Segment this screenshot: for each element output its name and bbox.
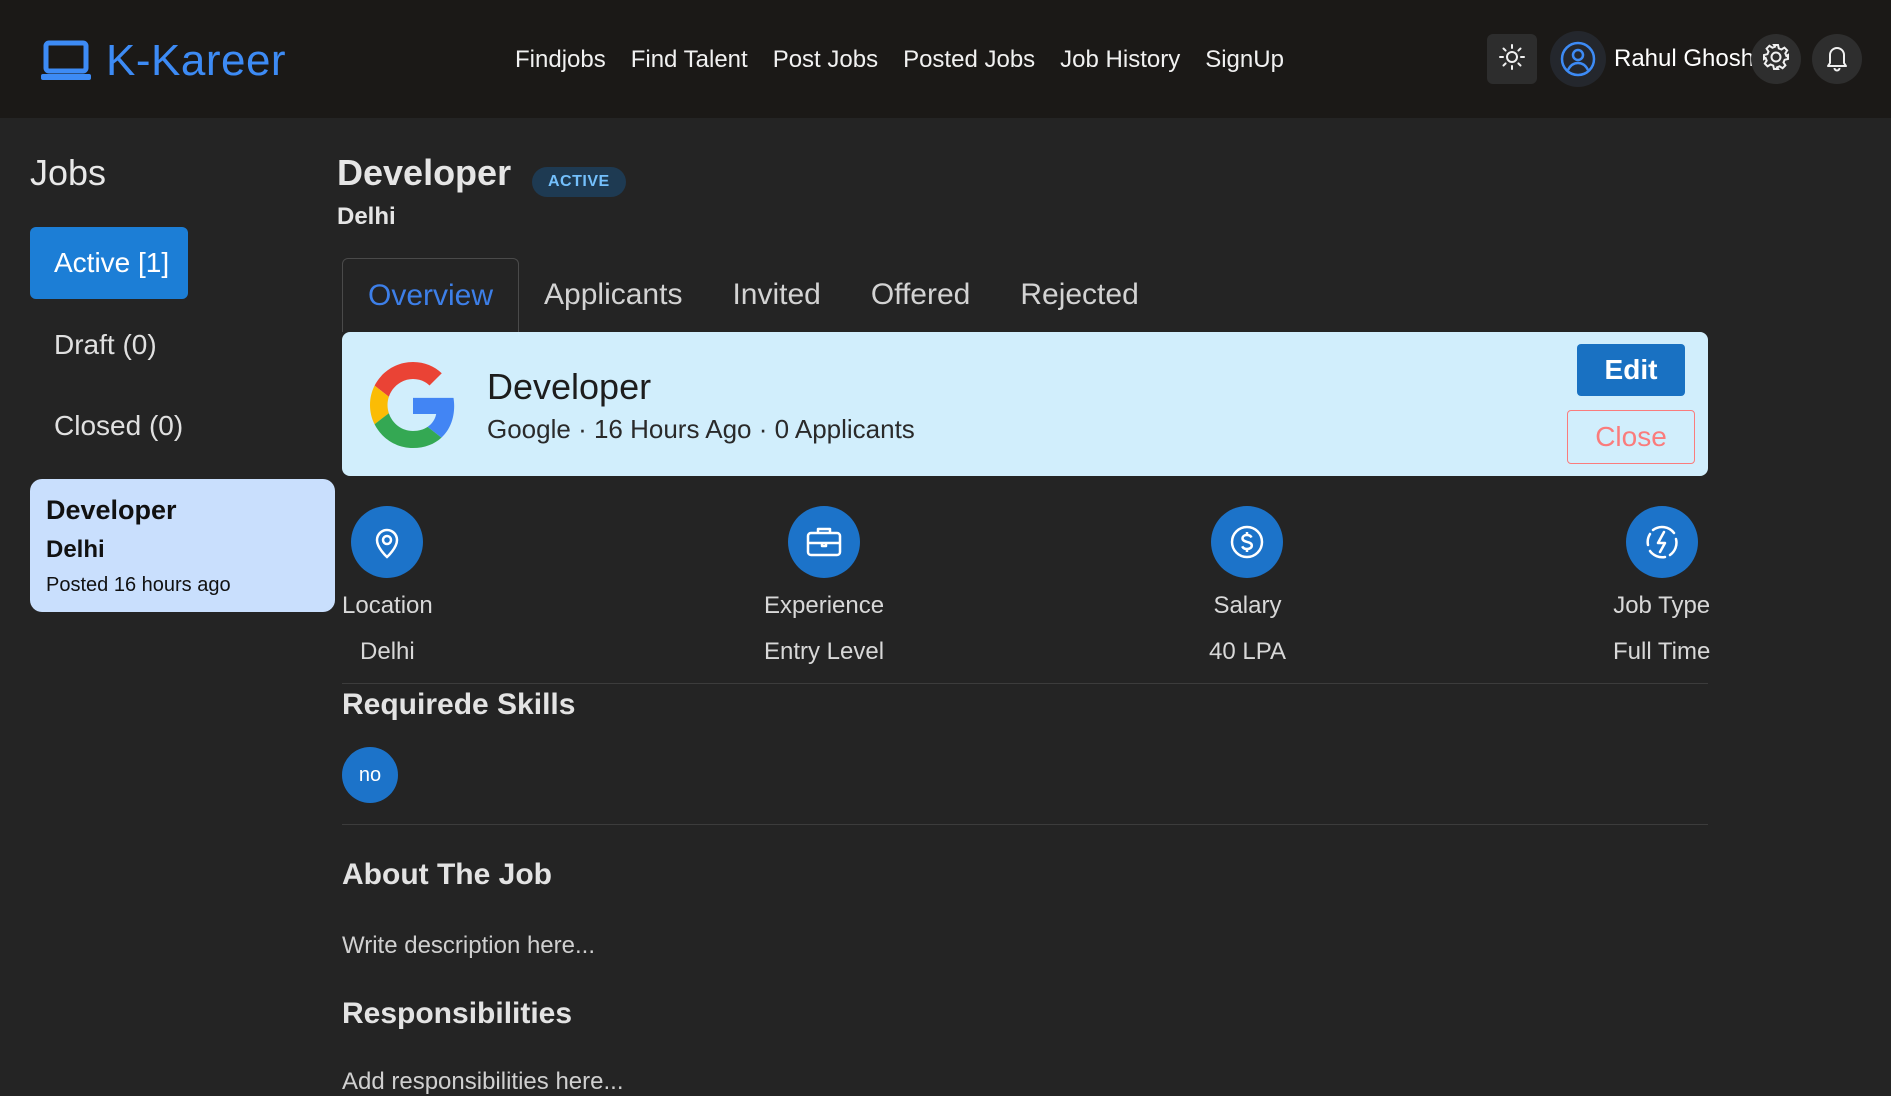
- about-title: About The Job: [342, 858, 552, 891]
- responsibilities-text: Add responsibilities here...: [342, 1068, 624, 1095]
- map-pin-icon: [351, 506, 424, 578]
- divider: [342, 683, 1708, 684]
- tab-overview[interactable]: Overview: [342, 258, 520, 332]
- sidebar-tab-closed[interactable]: Closed (0): [30, 390, 188, 462]
- stat-salary: Salary 40 LPA: [1209, 506, 1286, 666]
- top-navbar: K-Kareer Findjobs Find Talent Post Jobs …: [0, 0, 1891, 118]
- sun-icon: [1497, 42, 1527, 77]
- user-menu[interactable]: Rahul Ghosh: [1550, 31, 1754, 87]
- tab-offered[interactable]: Offered: [846, 258, 996, 332]
- briefcase-icon: [788, 506, 861, 578]
- stat-experience: Experience Entry Level: [764, 506, 884, 666]
- nav-job-history[interactable]: Job History: [1060, 46, 1180, 74]
- status-badge: ACTIVE: [532, 167, 626, 197]
- notifications-button[interactable]: [1812, 34, 1862, 84]
- tab-invited[interactable]: Invited: [707, 258, 845, 332]
- laptop-icon: [40, 39, 92, 83]
- gear-icon: [1761, 42, 1791, 77]
- dollar-icon: [1211, 506, 1284, 578]
- skills-title: Requirede Skills: [342, 688, 576, 721]
- tab-rejected[interactable]: Rejected: [995, 258, 1163, 332]
- divider: [342, 824, 1708, 825]
- job-card-posted: Posted 16 hours ago: [46, 574, 231, 596]
- bolt-icon: [1625, 506, 1698, 578]
- about-text: Write description here...: [342, 932, 595, 959]
- theme-toggle-button[interactable]: [1487, 34, 1537, 84]
- job-summary-card: Developer Google · 16 Hours Ago · 0 Appl…: [342, 332, 1708, 476]
- brand-logo[interactable]: K-Kareer: [40, 36, 286, 86]
- stat-value: 40 LPA: [1209, 638, 1286, 665]
- page-location: Delhi: [337, 203, 396, 230]
- edit-button[interactable]: Edit: [1577, 344, 1685, 396]
- sidebar-title: Jobs: [30, 152, 107, 193]
- job-meta: Google · 16 Hours Ago · 0 Applicants: [487, 414, 915, 444]
- stat-label: Location: [342, 592, 433, 619]
- user-name: Rahul Ghosh: [1614, 45, 1755, 72]
- stat-value: Full Time: [1613, 638, 1711, 665]
- settings-button[interactable]: [1751, 34, 1801, 84]
- stat-label: Job Type: [1613, 592, 1711, 619]
- nav-posted-jobs[interactable]: Posted Jobs: [903, 46, 1035, 74]
- page-title: Developer: [337, 152, 512, 193]
- bell-icon: [1822, 42, 1852, 77]
- nav-find-talent[interactable]: Find Talent: [631, 46, 748, 74]
- nav-findjobs[interactable]: Findjobs: [515, 46, 606, 74]
- job-list-item[interactable]: Developer Delhi Posted 16 hours ago: [30, 479, 335, 612]
- user-circle-icon: [1550, 31, 1606, 87]
- job-card-location: Delhi: [46, 536, 105, 563]
- stat-value: Entry Level: [764, 638, 885, 665]
- close-job-button[interactable]: Close: [1567, 410, 1695, 464]
- job-card-title: Developer: [46, 495, 177, 525]
- brand-name: K-Kareer: [106, 36, 287, 85]
- google-logo-icon: [370, 362, 456, 453]
- sidebar-tab-draft[interactable]: Draft (0): [30, 309, 188, 381]
- nav-signup[interactable]: SignUp: [1205, 46, 1284, 74]
- skill-chip: no: [342, 747, 398, 803]
- stat-value: Delhi: [360, 638, 415, 665]
- stat-job-type: Job Type Full Time: [1613, 506, 1710, 666]
- nav-post-jobs[interactable]: Post Jobs: [773, 46, 878, 74]
- main-nav: Findjobs Find Talent Post Jobs Posted Jo…: [515, 46, 1284, 74]
- job-tabs: Overview Applicants Invited Offered Reje…: [342, 258, 1164, 332]
- tab-applicants[interactable]: Applicants: [519, 258, 707, 332]
- stat-label: Experience: [764, 592, 885, 619]
- stat-label: Salary: [1213, 592, 1282, 619]
- job-title: Developer: [487, 366, 652, 407]
- sidebar-tab-active[interactable]: Active [1]: [30, 227, 188, 299]
- responsibilities-title: Responsibilities: [342, 997, 573, 1030]
- stat-location: Location Delhi: [342, 506, 433, 666]
